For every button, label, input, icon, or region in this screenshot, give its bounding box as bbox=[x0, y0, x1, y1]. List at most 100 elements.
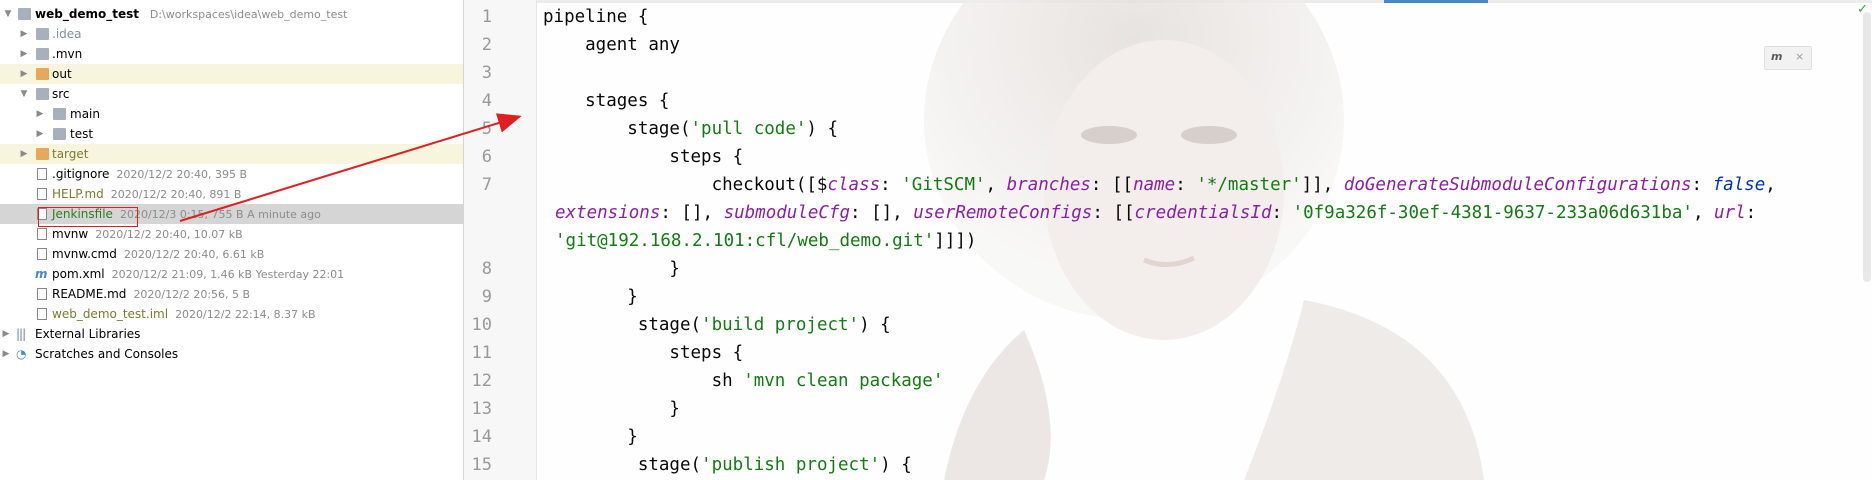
tree-item-gitignore[interactable]: .gitignore 2020/12/2 20:40, 395 B bbox=[0, 164, 463, 184]
key-token: doGenerateSubmoduleConfigurations bbox=[1343, 175, 1692, 195]
project-tool-window: ▼ web_demo_test D:\workspaces\idea\web_d… bbox=[0, 0, 464, 480]
tree-item-mvnw-cmd[interactable]: mvnw.cmd 2020/12/2 20:40, 6.61 kB bbox=[0, 244, 463, 264]
chevron-right-icon[interactable]: ▶ bbox=[18, 64, 30, 84]
tree-item-help-md[interactable]: HELP.md 2020/12/2 20:40, 891 B bbox=[0, 184, 463, 204]
code-token: : bbox=[1691, 175, 1713, 195]
tree-item-src[interactable]: ▼ src bbox=[0, 84, 463, 104]
tree-item-out[interactable]: ▶ out bbox=[0, 64, 463, 84]
tree-item-web-demo-test-iml[interactable]: web_demo_test.iml 2020/12/2 22:14, 8.37 k… bbox=[0, 304, 463, 324]
maven-load-changes-popup[interactable]: m × bbox=[1764, 46, 1812, 70]
tree-item-mvnw[interactable]: mvnw 2020/12/2 20:40, 10.07 kB bbox=[0, 224, 463, 244]
code-line-9: } bbox=[543, 287, 638, 307]
tree-item-label: target bbox=[52, 147, 89, 161]
tree-item-target[interactable]: ▶ target bbox=[0, 144, 463, 164]
code-line-1: pipeline { bbox=[543, 7, 649, 27]
key-token: name bbox=[1133, 175, 1176, 195]
script-file-icon bbox=[37, 228, 47, 240]
chevron-right-icon[interactable]: ▶ bbox=[34, 104, 46, 124]
code-line-8: } bbox=[543, 259, 680, 279]
string-token: 'GitSCM' bbox=[901, 175, 986, 195]
library-icon: ||| bbox=[16, 327, 26, 341]
code-line-7: checkout([$class: 'GitSCM', branches: [[… bbox=[543, 175, 1776, 195]
string-token: 'publish project' bbox=[701, 455, 881, 475]
tree-item-test[interactable]: ▶ test bbox=[0, 124, 463, 144]
tree-item-label: .mvn bbox=[52, 47, 83, 61]
chevron-right-icon[interactable]: ▶ bbox=[0, 324, 12, 344]
module-file-icon bbox=[37, 308, 47, 320]
line-number: 5 bbox=[481, 119, 492, 139]
chevron-down-icon[interactable]: ▼ bbox=[2, 4, 14, 24]
tree-item-readme-md[interactable]: README.md 2020/12/2 20:56, 5 B bbox=[0, 284, 463, 304]
scratches-icon: ◔ bbox=[16, 347, 27, 361]
code-token: ) { bbox=[806, 119, 839, 139]
code-line-2: agent any bbox=[543, 35, 680, 55]
chevron-right-icon[interactable]: ▶ bbox=[18, 144, 30, 164]
code-token: : bbox=[1175, 175, 1197, 195]
code-token: ]]]) bbox=[934, 231, 977, 251]
tree-item-label: src bbox=[52, 87, 70, 101]
maven-reload-icon[interactable]: m bbox=[1771, 50, 1782, 63]
line-number: 7 bbox=[481, 175, 492, 195]
code-token: checkout([$ bbox=[543, 175, 828, 195]
scrollbar-thumb[interactable] bbox=[1863, 12, 1871, 282]
file-meta: 2020/12/2 20:56, 5 B bbox=[133, 288, 251, 301]
key-token: userRemoteConfigs bbox=[913, 203, 1093, 223]
keyword-token: false bbox=[1712, 175, 1766, 195]
folder-icon bbox=[53, 128, 66, 140]
key-token: credentialsId bbox=[1134, 203, 1272, 223]
tree-item-idea[interactable]: ▶ .idea bbox=[0, 24, 463, 44]
line-number: 14 bbox=[471, 427, 492, 447]
code-line-7-wrap-1: extensions: [], submoduleCfg: [], userRe… bbox=[555, 203, 1756, 223]
close-icon[interactable]: × bbox=[1795, 50, 1804, 63]
code-token: , bbox=[1692, 203, 1715, 223]
line-number: 9 bbox=[481, 287, 492, 307]
code-line-10: stage('build project') { bbox=[543, 315, 891, 335]
chevron-right-icon[interactable]: ▶ bbox=[0, 344, 12, 364]
key-token: class bbox=[827, 175, 881, 195]
key-token: extensions bbox=[555, 203, 661, 223]
file-meta: 2020/12/2 20:40, 6.61 kB bbox=[123, 248, 265, 261]
chevron-right-icon[interactable]: ▶ bbox=[18, 24, 30, 44]
key-token: branches bbox=[1006, 175, 1091, 195]
line-number: 4 bbox=[481, 91, 492, 111]
line-number: 10 bbox=[471, 315, 492, 335]
code-line-14: } bbox=[543, 427, 638, 447]
tree-item-label: main bbox=[70, 107, 100, 121]
chevron-right-icon[interactable]: ▶ bbox=[18, 44, 30, 64]
folder-icon bbox=[36, 48, 49, 60]
tree-item-main[interactable]: ▶ main bbox=[0, 104, 463, 124]
folder-icon bbox=[36, 28, 49, 40]
tree-item-external-libraries[interactable]: ▶ ||| External Libraries bbox=[0, 324, 463, 344]
root-name: web_demo_test bbox=[35, 7, 140, 21]
module-folder-icon bbox=[18, 8, 31, 20]
line-number: 12 bbox=[471, 371, 492, 391]
file-meta: 2020/12/2 22:14, 8.37 kB bbox=[175, 308, 316, 321]
root-path: D:\workspaces\idea\web_demo_test bbox=[149, 8, 348, 21]
code-token: : bbox=[1271, 203, 1293, 223]
tree-item-scratches[interactable]: ▶ ◔ Scratches and Consoles bbox=[0, 344, 463, 364]
code-token: : [], bbox=[660, 203, 724, 223]
folder-icon bbox=[36, 88, 49, 100]
chevron-right-icon[interactable]: ▶ bbox=[34, 124, 46, 144]
tree-root-web-demo-test[interactable]: ▼ web_demo_test D:\workspaces\idea\web_d… bbox=[0, 4, 463, 24]
gitignore-file-icon bbox=[37, 168, 47, 180]
tree-item-label: web_demo_test.iml bbox=[52, 307, 169, 321]
tree-item-mvn[interactable]: ▶ .mvn bbox=[0, 44, 463, 64]
file-meta: 2020/12/2 20:40, 395 B bbox=[116, 168, 248, 181]
folder-icon bbox=[53, 108, 66, 120]
code-token: , bbox=[1765, 175, 1776, 195]
script-file-icon bbox=[37, 248, 47, 260]
code-token: ) { bbox=[859, 315, 891, 335]
tree-item-label: mvnw.cmd bbox=[52, 247, 117, 261]
line-number: 3 bbox=[481, 63, 492, 83]
tree-item-pom-xml[interactable]: m pom.xml 2020/12/2 21:09, 1.46 kB Yester… bbox=[0, 264, 463, 284]
vertical-scrollbar[interactable] bbox=[1862, 0, 1872, 480]
code-editor[interactable]: 1 2 3 4 5 6 7 8 9 10 11 12 13 14 15 pipe… bbox=[464, 0, 1872, 480]
chevron-down-icon[interactable]: ▼ bbox=[18, 84, 30, 104]
annotation-highlight-box bbox=[38, 207, 138, 227]
code-line-5: stage('pull code') { bbox=[543, 119, 838, 139]
code-token: stage( bbox=[543, 315, 702, 335]
code-token: ) { bbox=[880, 455, 912, 475]
line-number: 2 bbox=[481, 35, 492, 55]
code-token: : [[ bbox=[1092, 203, 1135, 223]
